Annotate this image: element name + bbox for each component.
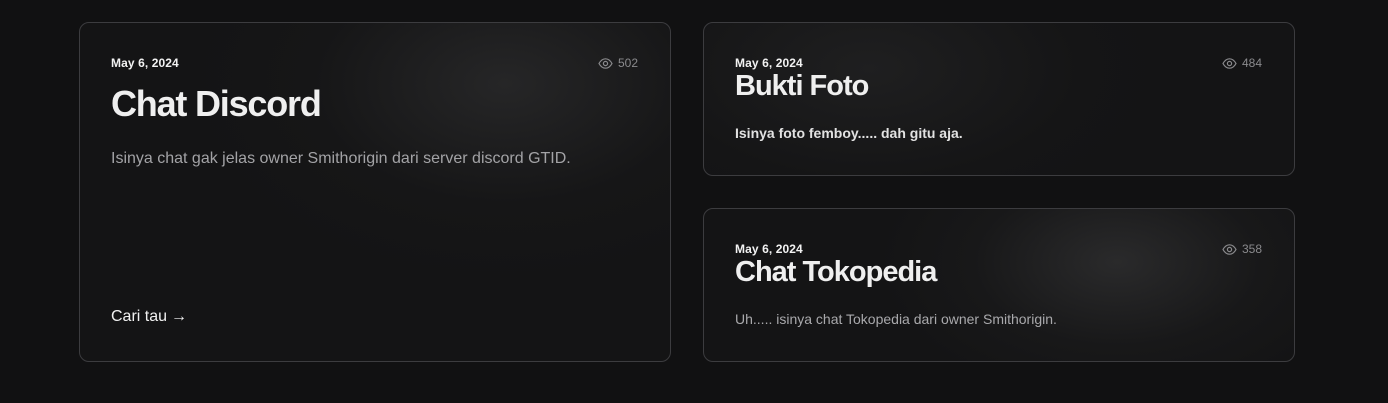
view-count-value: 502	[617, 56, 638, 70]
read-more-label: Cari tau	[111, 308, 168, 325]
card-description: Isinya foto femboy..... dah gitu aja.	[735, 125, 963, 141]
view-count: 502	[598, 56, 638, 70]
view-count-value: 358	[1241, 242, 1262, 256]
card-title: Bukti Foto	[735, 70, 869, 102]
card-title: Chat Tokopedia	[735, 256, 937, 288]
card-date: May 6, 2024	[735, 56, 803, 70]
eye-icon	[1222, 243, 1237, 255]
view-count: 358	[1222, 242, 1262, 256]
read-more-link[interactable]: Cari tau →	[111, 308, 187, 326]
card-description: Uh..... isinya chat Tokopedia dari owner…	[735, 311, 1057, 327]
card-date: May 6, 2024	[111, 56, 179, 70]
page: May 6, 2024 502 Chat Discord Isinya chat…	[0, 0, 1388, 403]
card-description: Isinya chat gak jelas owner Smithorigin …	[111, 150, 571, 167]
arrow-right-icon: →	[171, 308, 188, 325]
card-chat-discord[interactable]: May 6, 2024 502 Chat Discord Isinya chat…	[79, 22, 671, 362]
view-count: 484	[1222, 56, 1262, 70]
eye-icon	[1222, 57, 1237, 69]
card-title: Chat Discord	[111, 83, 322, 124]
eye-icon	[598, 57, 613, 69]
card-chat-tokopedia[interactable]: May 6, 2024 358 Chat Tokopedia Uh..... i…	[703, 208, 1295, 362]
card-date: May 6, 2024	[735, 242, 803, 256]
card-bukti-foto[interactable]: May 6, 2024 484 Bukti Foto Isinya foto f…	[703, 22, 1295, 176]
view-count-value: 484	[1241, 56, 1262, 70]
